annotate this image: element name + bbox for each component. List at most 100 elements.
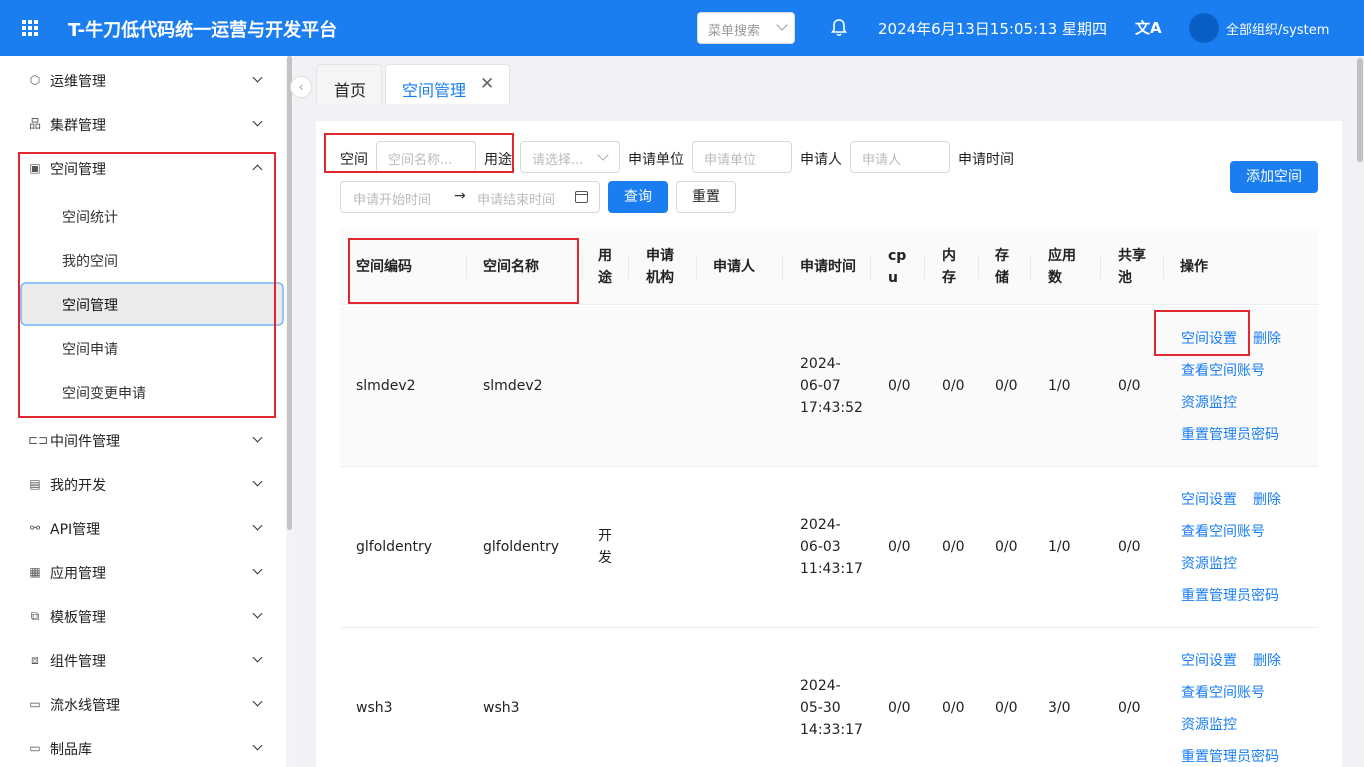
reset-button[interactable]: 重置 — [676, 181, 736, 213]
folder-icon: ▭ — [29, 741, 41, 755]
chevron-down-icon — [597, 149, 609, 161]
col-applicant: 申请人 — [713, 259, 755, 275]
space-icon: ▣ — [29, 161, 41, 175]
chevron-down-icon — [252, 652, 263, 663]
cell-apply-time: 2024- 05-30 14:33:17 — [800, 678, 863, 738]
sidebar-scroll-thumb[interactable] — [287, 56, 292, 530]
sidebar-item-label: 制品库 — [50, 742, 92, 758]
col-cpu: cp u — [888, 248, 907, 286]
sidebar-item-ops[interactable]: ⬡ 运维管理 — [0, 58, 286, 102]
app-icon: ▦ — [29, 565, 41, 579]
app-grid-icon[interactable] — [22, 20, 38, 36]
sidebar-item-label: 组件管理 — [50, 654, 106, 670]
sidebar-item-cluster[interactable]: 品 集群管理 — [0, 102, 286, 146]
sidebar-item-label: 运维管理 — [50, 74, 106, 90]
col-space-code: 空间编码 — [356, 259, 412, 275]
close-icon[interactable]: ✕ — [480, 74, 494, 94]
page-scrollbar[interactable] — [1356, 56, 1364, 767]
org-user-label[interactable]: 全部组织/system — [1226, 19, 1329, 38]
translate-icon[interactable]: 文A — [1135, 17, 1162, 38]
tab-space-manage[interactable]: 空间管理 ✕ — [385, 64, 510, 104]
reset-admin-password-link[interactable]: 重置管理员密码 — [1181, 424, 1279, 444]
chevron-down-icon — [252, 740, 263, 751]
view-accounts-link[interactable]: 查看空间账号 — [1181, 682, 1265, 702]
sidebar-sub-space-change[interactable]: 空间变更申请 — [20, 370, 284, 414]
sidebar-item-app[interactable]: ▦ 应用管理 — [0, 550, 286, 594]
tab-label: 首页 — [334, 81, 367, 100]
calendar-icon — [575, 191, 588, 203]
sidebar-item-middleware[interactable]: ⊏⊐ 中间件管理 — [0, 418, 286, 462]
collapse-sidebar-button[interactable]: ‹ — [290, 76, 312, 98]
applicant-input[interactable]: 申请人 — [850, 141, 950, 173]
space-settings-link[interactable]: 空间设置 — [1181, 328, 1237, 348]
bell-icon[interactable] — [830, 18, 848, 38]
sidebar-item-api[interactable]: ⚯ API管理 — [0, 506, 286, 550]
chevron-down-icon — [252, 564, 263, 575]
sidebar-item-label: 中间件管理 — [50, 434, 120, 450]
sidebar-sub-space-apply[interactable]: 空间申请 — [20, 326, 284, 370]
template-icon: ⧉ — [30, 609, 40, 623]
time-filter-label: 申请时间 — [958, 152, 1014, 168]
query-button[interactable]: 查询 — [608, 181, 668, 213]
sidebar-sub-my-space[interactable]: 我的空间 — [20, 238, 284, 282]
date-range-picker[interactable]: 申请开始时间 → 申请结束时间 — [340, 181, 600, 213]
col-storage: 存 储 — [995, 248, 1009, 286]
cell-memory: 0/0 — [942, 539, 965, 555]
sidebar-item-space[interactable]: ▣ 空间管理 — [0, 146, 286, 190]
col-apply-time: 申请时间 — [800, 259, 856, 275]
cell-apply-time: 2024- 06-07 17:43:52 — [800, 356, 863, 416]
delete-link[interactable]: 删除 — [1253, 328, 1281, 348]
menu-search-select[interactable]: 菜单搜索 — [697, 12, 795, 44]
dev-icon: ▤ — [29, 477, 41, 491]
cell-usage: 开 发 — [598, 528, 612, 566]
view-accounts-link[interactable]: 查看空间账号 — [1181, 360, 1265, 380]
add-space-button[interactable]: 添加空间 — [1230, 161, 1318, 193]
sidebar-sub-label: 我的空间 — [62, 254, 118, 270]
delete-link[interactable]: 删除 — [1253, 650, 1281, 670]
sidebar-item-label: 集群管理 — [50, 118, 106, 134]
cell-space-code: slmdev2 — [356, 378, 416, 394]
view-accounts-link[interactable]: 查看空间账号 — [1181, 521, 1265, 541]
chevron-left-icon: ‹ — [298, 80, 304, 94]
sidebar-item-label: 空间管理 — [50, 162, 106, 178]
delete-link[interactable]: 删除 — [1253, 489, 1281, 509]
cell-storage: 0/0 — [995, 700, 1018, 716]
reset-admin-password-link[interactable]: 重置管理员密码 — [1181, 585, 1279, 605]
sidebar-item-label: 流水线管理 — [50, 698, 120, 714]
chevron-down-icon — [252, 116, 263, 127]
sidebar-item-template[interactable]: ⧉ 模板管理 — [0, 594, 286, 638]
unit-filter-label: 申请单位 — [628, 152, 684, 168]
cell-shared-pool: 0/0 — [1118, 700, 1141, 716]
sidebar-item-label: 模板管理 — [50, 610, 106, 626]
chevron-down-icon — [252, 520, 263, 531]
sidebar-item-pipeline[interactable]: ▭ 流水线管理 — [0, 682, 286, 726]
resource-monitor-link[interactable]: 资源监控 — [1181, 392, 1237, 412]
cell-apply-time: 2024- 06-03 11:43:17 — [800, 517, 863, 577]
sidebar-item-component[interactable]: ⧈ 组件管理 — [0, 638, 286, 682]
menu-search-placeholder: 菜单搜索 — [708, 24, 761, 39]
space-settings-link[interactable]: 空间设置 — [1181, 650, 1237, 670]
unit-input[interactable]: 申请单位 — [692, 141, 792, 173]
reset-admin-password-link[interactable]: 重置管理员密码 — [1181, 746, 1279, 766]
resource-monitor-link[interactable]: 资源监控 — [1181, 553, 1237, 573]
avatar[interactable] — [1189, 13, 1219, 43]
cell-memory: 0/0 — [942, 378, 965, 394]
page-scroll-thumb[interactable] — [1357, 58, 1363, 162]
resource-monitor-link[interactable]: 资源监控 — [1181, 714, 1237, 734]
sidebar-item-my-dev[interactable]: ▤ 我的开发 — [0, 462, 286, 506]
tab-home[interactable]: 首页 — [316, 64, 382, 104]
sidebar-item-artifact[interactable]: ▭ 制品库 — [0, 726, 286, 767]
usage-select[interactable]: 请选择... — [520, 141, 620, 173]
sidebar-scrollbar[interactable] — [286, 56, 294, 767]
space-settings-link[interactable]: 空间设置 — [1181, 489, 1237, 509]
chevron-down-icon — [252, 72, 263, 83]
sidebar-item-label: API管理 — [50, 522, 101, 538]
table-row: wsh3 wsh3 2024- 05-30 14:33:17 0/0 0/0 0… — [340, 628, 1318, 767]
space-name-input[interactable]: 空间名称... — [376, 141, 476, 173]
sidebar-sub-space-manage[interactable]: 空间管理 — [20, 282, 284, 326]
sidebar-sub-space-stats[interactable]: 空间统计 — [20, 194, 284, 238]
applicant-placeholder: 申请人 — [862, 153, 902, 168]
cell-space-code: glfoldentry — [356, 539, 433, 555]
sidebar-sub-label: 空间申请 — [62, 342, 118, 358]
api-icon: ⚯ — [29, 521, 41, 535]
